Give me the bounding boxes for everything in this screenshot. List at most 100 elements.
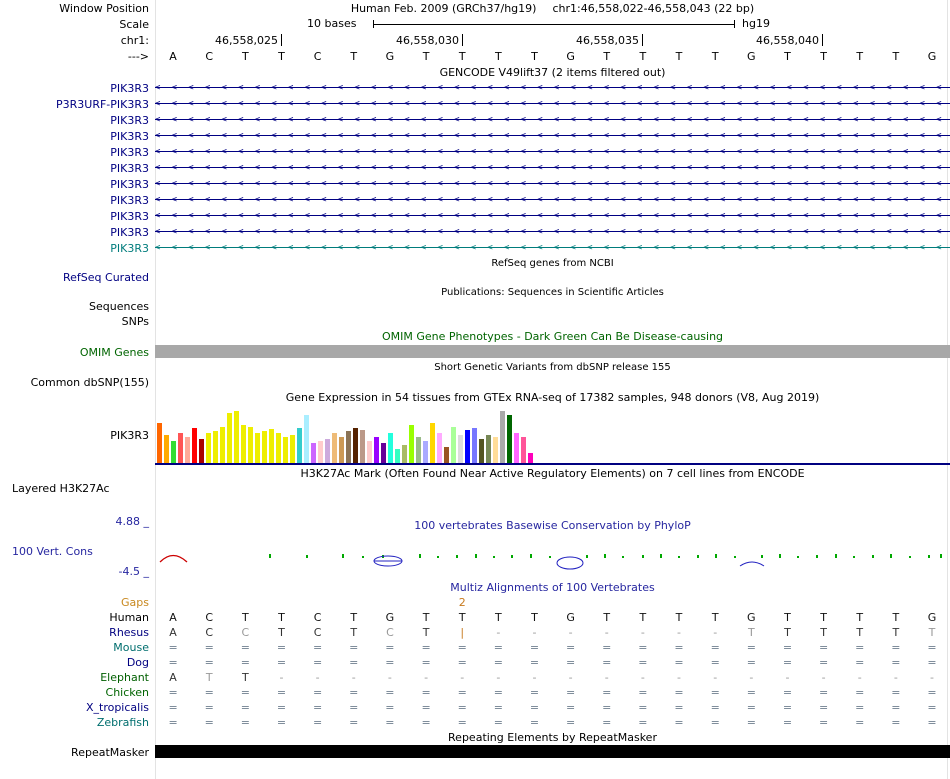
- sequences-track[interactable]: [155, 299, 950, 314]
- transcript-track[interactable]: <<<<<<<<<<<<<<<<<<<<<<<<<<<<<<<<<<<<<<<<…: [155, 144, 950, 160]
- gtex-tissue-bar[interactable]: [528, 453, 533, 463]
- repeatmasker-track[interactable]: [155, 744, 950, 760]
- transcript-label[interactable]: PIK3R3: [0, 162, 155, 175]
- gtex-tissue-bar[interactable]: [241, 425, 246, 463]
- species-label[interactable]: Elephant: [0, 671, 155, 684]
- gtex-tissue-bar[interactable]: [500, 411, 505, 463]
- gencode-transcript-row[interactable]: PIK3R3 <<<<<<<<<<<<<<<<<<<<<<<<<<<<<<<<<…: [0, 176, 950, 192]
- species-row[interactable]: Mouse = = = = = = = = = = = = = = = = = = = = = =: [0, 640, 950, 655]
- species-row[interactable]: Chicken = = = = = = = = = = = = = = = = = = = = = =: [0, 685, 950, 700]
- transcript-label[interactable]: PIK3R3: [0, 114, 155, 127]
- species-label[interactable]: Gaps: [0, 596, 155, 609]
- transcript-track[interactable]: <<<<<<<<<<<<<<<<<<<<<<<<<<<<<<<<<<<<<<<<…: [155, 240, 950, 256]
- gtex-tissue-bar[interactable]: [507, 415, 512, 463]
- species-label[interactable]: Dog: [0, 656, 155, 669]
- snps-track[interactable]: [155, 314, 950, 329]
- refseq-curated-track[interactable]: [155, 270, 950, 285]
- omim-gene-bar[interactable]: [155, 345, 950, 358]
- gtex-tissue-bar[interactable]: [311, 443, 316, 463]
- species-row[interactable]: Human A C T T C T G T T T T G T T T T G T T T T G: [0, 610, 950, 625]
- gtex-tissue-bar[interactable]: [430, 423, 435, 463]
- gencode-transcript-row[interactable]: P3R3URF-PIK3R3 <<<<<<<<<<<<<<<<<<<<<<<<<…: [0, 96, 950, 112]
- omim-genes-row[interactable]: OMIM Genes: [0, 344, 950, 360]
- gtex-tissue-bar[interactable]: [164, 435, 169, 463]
- gencode-transcript-row[interactable]: PIK3R3 <<<<<<<<<<<<<<<<<<<<<<<<<<<<<<<<<…: [0, 192, 950, 208]
- transcript-track[interactable]: <<<<<<<<<<<<<<<<<<<<<<<<<<<<<<<<<<<<<<<<…: [155, 208, 950, 224]
- gtex-tissue-bar[interactable]: [262, 431, 267, 463]
- transcript-label[interactable]: PIK3R3: [0, 226, 155, 239]
- gtex-tissue-bar[interactable]: [374, 437, 379, 463]
- gtex-tissue-bar[interactable]: [360, 430, 365, 463]
- transcript-label[interactable]: PIK3R3: [0, 82, 155, 95]
- gtex-tissue-bar[interactable]: [318, 441, 323, 463]
- gtex-tissue-bar[interactable]: [325, 439, 330, 463]
- gencode-transcript-row[interactable]: PIK3R3 <<<<<<<<<<<<<<<<<<<<<<<<<<<<<<<<<…: [0, 160, 950, 176]
- gtex-gene-label[interactable]: PIK3R3: [0, 429, 155, 442]
- snps-track-label[interactable]: SNPs: [0, 315, 155, 328]
- refseq-curated-row[interactable]: RefSeq Curated: [0, 270, 950, 285]
- transcript-label[interactable]: PIK3R3: [0, 194, 155, 207]
- gtex-tissue-bar[interactable]: [339, 437, 344, 463]
- omim-genes-track[interactable]: [155, 344, 950, 360]
- transcript-track[interactable]: <<<<<<<<<<<<<<<<<<<<<<<<<<<<<<<<<<<<<<<<…: [155, 112, 950, 128]
- gtex-tissue-bar[interactable]: [199, 439, 204, 463]
- gtex-tissue-bar[interactable]: [395, 449, 400, 463]
- species-label[interactable]: X_tropicalis: [0, 701, 155, 714]
- transcript-track[interactable]: <<<<<<<<<<<<<<<<<<<<<<<<<<<<<<<<<<<<<<<<…: [155, 128, 950, 144]
- gtex-tissue-bar[interactable]: [423, 441, 428, 463]
- gencode-transcript-row[interactable]: PIK3R3 <<<<<<<<<<<<<<<<<<<<<<<<<<<<<<<<<…: [0, 80, 950, 96]
- dbsnp-track-label[interactable]: Common dbSNP(155): [0, 376, 155, 389]
- gtex-tissue-bar[interactable]: [276, 433, 281, 463]
- gtex-tissue-bar[interactable]: [388, 433, 393, 463]
- gtex-tissue-bar[interactable]: [171, 441, 176, 463]
- dbsnp-row[interactable]: Common dbSNP(155): [0, 374, 950, 390]
- transcript-label[interactable]: PIK3R3: [0, 146, 155, 159]
- refseq-curated-label[interactable]: RefSeq Curated: [0, 271, 155, 284]
- species-label[interactable]: Mouse: [0, 641, 155, 654]
- gtex-tissue-bar[interactable]: [248, 427, 253, 463]
- gtex-tissue-bar[interactable]: [234, 411, 239, 463]
- gtex-tissue-bar[interactable]: [353, 428, 358, 463]
- transcript-track[interactable]: <<<<<<<<<<<<<<<<<<<<<<<<<<<<<<<<<<<<<<<<…: [155, 224, 950, 240]
- gtex-tissue-bar[interactable]: [283, 437, 288, 463]
- gencode-transcript-row[interactable]: PIK3R3 <<<<<<<<<<<<<<<<<<<<<<<<<<<<<<<<<…: [0, 112, 950, 128]
- conservation-track-row[interactable]: 4.88 _ 100 Vert. Cons -4.5 _ 100 vertebr…: [0, 512, 950, 580]
- gtex-tissue-bar[interactable]: [416, 437, 421, 463]
- gtex-tissue-bar[interactable]: [458, 435, 463, 463]
- gtex-tissue-bar[interactable]: [472, 428, 477, 463]
- gtex-tissue-bar[interactable]: [206, 433, 211, 463]
- gtex-tissue-bar[interactable]: [514, 433, 519, 463]
- gtex-tissue-bar[interactable]: [465, 430, 470, 463]
- gtex-tissue-bar[interactable]: [332, 433, 337, 463]
- gtex-tissue-bar[interactable]: [521, 437, 526, 463]
- gtex-tissue-bar[interactable]: [479, 439, 484, 463]
- species-row[interactable]: Rhesus A C C T C T C T | - - - - - - - T T T T T T: [0, 625, 950, 640]
- gtex-tissue-bar[interactable]: [227, 413, 232, 463]
- gtex-tissue-bar[interactable]: [444, 447, 449, 463]
- gencode-transcript-row[interactable]: PIK3R3 <<<<<<<<<<<<<<<<<<<<<<<<<<<<<<<<<…: [0, 208, 950, 224]
- h3k27ac-track[interactable]: [155, 481, 950, 496]
- species-label[interactable]: Zebrafish: [0, 716, 155, 729]
- sequences-row[interactable]: Sequences: [0, 299, 950, 314]
- gtex-tissue-bar[interactable]: [486, 435, 491, 463]
- species-row[interactable]: Elephant A T T - - - - - - - - - - - - - - - - - - -: [0, 670, 950, 685]
- species-row[interactable]: X_tropicalis = = = = = = = = = = = = = = = = = = = = = =: [0, 700, 950, 715]
- species-label[interactable]: Human: [0, 611, 155, 624]
- repeatmasker-bar[interactable]: [155, 745, 950, 758]
- conservation-plot[interactable]: 100 vertebrates Basewise Conservation by…: [155, 512, 950, 580]
- gtex-tissue-bar[interactable]: [255, 433, 260, 463]
- gtex-tissue-bar[interactable]: [493, 437, 498, 463]
- gtex-tissue-bar[interactable]: [297, 428, 302, 463]
- gtex-tissue-bar[interactable]: [451, 427, 456, 463]
- transcript-label[interactable]: PIK3R3: [0, 242, 155, 255]
- transcript-track[interactable]: <<<<<<<<<<<<<<<<<<<<<<<<<<<<<<<<<<<<<<<<…: [155, 80, 950, 96]
- species-row[interactable]: Dog = = = = = = = = = = = = = = = = = = = = = =: [0, 655, 950, 670]
- sequences-track-label[interactable]: Sequences: [0, 300, 155, 313]
- transcript-label[interactable]: PIK3R3: [0, 178, 155, 191]
- h3k27ac-row[interactable]: Layered H3K27Ac: [0, 481, 950, 496]
- gencode-transcript-row[interactable]: PIK3R3 <<<<<<<<<<<<<<<<<<<<<<<<<<<<<<<<<…: [0, 128, 950, 144]
- gtex-tissue-bar[interactable]: [381, 443, 386, 463]
- gencode-transcript-row[interactable]: PIK3R3 <<<<<<<<<<<<<<<<<<<<<<<<<<<<<<<<<…: [0, 240, 950, 256]
- gtex-tissue-bar[interactable]: [437, 433, 442, 463]
- transcript-label[interactable]: PIK3R3: [0, 210, 155, 223]
